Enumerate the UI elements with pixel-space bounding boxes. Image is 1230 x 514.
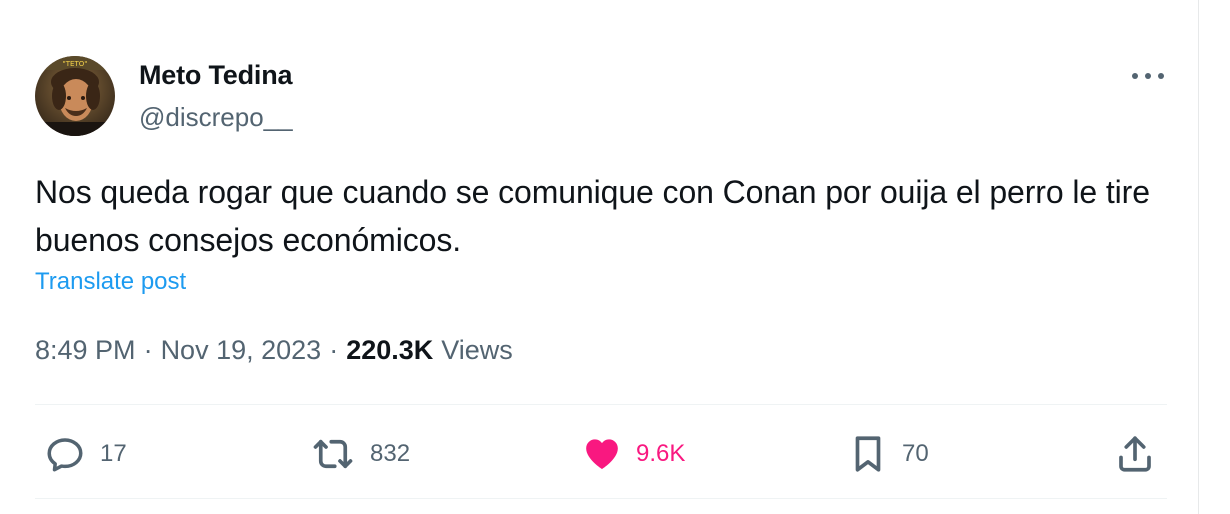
bookmark-button[interactable]: 70: [848, 432, 929, 476]
avatar-image: "TETO": [35, 56, 115, 136]
divider: [35, 498, 1167, 499]
like-button[interactable]: 9.6K: [582, 432, 685, 476]
share-icon: [1114, 433, 1156, 475]
reply-button[interactable]: 17: [44, 432, 127, 476]
display-name[interactable]: Meto Tedina: [139, 60, 293, 91]
separator: ·: [143, 335, 153, 365]
more-options-button[interactable]: [1126, 60, 1170, 92]
avatar[interactable]: "TETO": [35, 56, 115, 136]
heart-icon: [582, 434, 622, 474]
post-date[interactable]: Nov 19, 2023: [161, 335, 322, 366]
share-button[interactable]: [1114, 432, 1156, 476]
post-card: "TETO" Meto Tedina @discrepo__ Nos queda…: [0, 0, 1230, 514]
reply-count: 17: [100, 440, 127, 467]
post-time[interactable]: 8:49 PM: [35, 335, 136, 366]
repost-button[interactable]: 832: [310, 432, 410, 476]
user-handle[interactable]: @discrepo__: [139, 102, 293, 133]
separator: ·: [329, 335, 339, 365]
views-label: Views: [441, 335, 513, 365]
repost-count: 832: [370, 440, 411, 467]
reply-icon: [44, 433, 86, 475]
card-border: [1198, 0, 1199, 514]
divider: [35, 404, 1167, 405]
bookmark-count: 70: [902, 440, 929, 467]
post-metadata: 8:49 PM · Nov 19, 2023 · 220.3K Views: [35, 335, 513, 366]
bookmark-icon: [848, 433, 888, 475]
post-text: Nos queda rogar que cuando se comunique …: [35, 174, 1150, 258]
translate-post-link[interactable]: Translate post: [35, 268, 186, 296]
more-horizontal-icon: [1130, 71, 1166, 81]
repost-icon: [310, 433, 356, 475]
views-count: 220.3K: [346, 335, 434, 365]
avatar-caption: "TETO": [63, 60, 88, 68]
like-count: 9.6K: [636, 440, 686, 467]
